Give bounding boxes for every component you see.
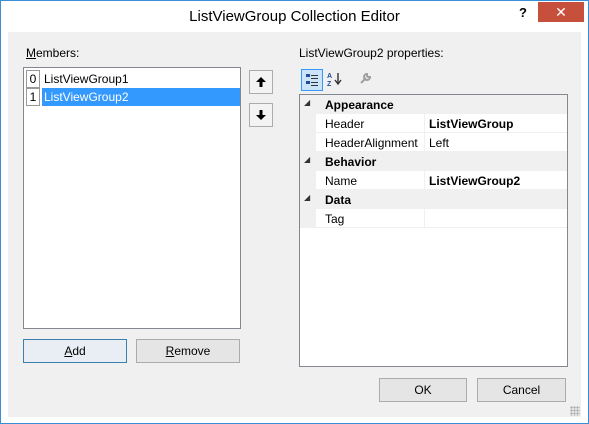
category-appearance[interactable]: ◢ Appearance <box>300 95 567 114</box>
property-row-headeralignment[interactable]: HeaderAlignment Left <box>300 133 567 152</box>
close-button[interactable]: ✕ <box>538 2 584 22</box>
categorized-button[interactable] <box>301 69 323 91</box>
svg-text:Z: Z <box>327 81 332 87</box>
column-divider <box>424 114 425 133</box>
category-behavior[interactable]: ◢ Behavior <box>300 152 567 171</box>
member-item[interactable]: 0 ListViewGroup1 <box>26 70 240 88</box>
category-name: Data <box>325 193 352 207</box>
svg-text:A: A <box>327 73 332 80</box>
property-value[interactable]: ListViewGroup <box>429 117 513 131</box>
property-row-name[interactable]: Name ListViewGroup2 <box>300 171 567 190</box>
collapse-icon[interactable]: ◢ <box>304 98 310 107</box>
row-gutter <box>300 133 316 152</box>
members-listbox[interactable]: 0 ListViewGroup1 1 ListViewGroup2 <box>23 67 241 329</box>
cancel-button[interactable]: Cancel <box>477 378 566 402</box>
column-divider <box>424 133 425 152</box>
member-item-selected[interactable]: 1 ListViewGroup2 <box>26 88 240 106</box>
property-row-tag[interactable]: Tag <box>300 209 567 228</box>
category-data[interactable]: ◢ Data <box>300 190 567 209</box>
wrench-icon <box>360 72 372 84</box>
collapse-icon[interactable]: ◢ <box>304 155 310 164</box>
property-row-header[interactable]: Header ListViewGroup <box>300 114 567 133</box>
properties-label: ListViewGroup2 properties: <box>299 46 444 60</box>
arrow-up-icon <box>256 77 266 87</box>
property-value[interactable]: ListViewGroup2 <box>429 174 520 188</box>
property-name: HeaderAlignment <box>325 136 418 150</box>
category-name: Appearance <box>325 98 394 112</box>
property-grid[interactable]: ◢ Appearance Header ListViewGroup Header… <box>299 94 568 367</box>
row-gutter <box>300 209 316 228</box>
window-title: ListViewGroup Collection Editor <box>189 8 400 25</box>
row-gutter <box>300 171 316 190</box>
row-gutter <box>300 114 316 133</box>
remove-button[interactable]: Remove <box>136 339 240 363</box>
property-pages-button[interactable] <box>354 69 376 91</box>
member-name: ListViewGroup1 <box>44 72 129 86</box>
move-up-button[interactable] <box>249 70 273 94</box>
member-index: 0 <box>26 70 40 88</box>
ok-button[interactable]: OK <box>379 378 467 402</box>
move-down-button[interactable] <box>249 103 273 127</box>
categorized-icon <box>306 74 318 86</box>
property-name: Tag <box>325 212 345 226</box>
column-divider <box>424 171 425 190</box>
collapse-icon[interactable]: ◢ <box>304 193 310 202</box>
title-bar: ListViewGroup Collection Editor ? ✕ <box>1 1 588 32</box>
alphabetical-icon: A Z <box>327 73 342 88</box>
resize-grip[interactable] <box>570 406 580 416</box>
property-name: Name <box>325 174 358 188</box>
property-name: Header <box>325 117 365 131</box>
add-button[interactable]: Add <box>23 339 127 363</box>
members-label: Members: <box>26 46 80 60</box>
arrow-down-icon <box>256 110 266 120</box>
category-name: Behavior <box>325 155 377 169</box>
dialog-body: Members: 0 ListViewGroup1 1 ListViewGrou… <box>8 32 581 417</box>
column-divider <box>424 209 425 228</box>
property-value[interactable]: Left <box>429 136 449 150</box>
collection-editor-dialog: ListViewGroup Collection Editor ? ✕ Memb… <box>0 0 589 424</box>
member-name: ListViewGroup2 <box>44 90 129 104</box>
help-button[interactable]: ? <box>511 4 535 24</box>
alphabetical-button[interactable]: A Z <box>324 69 346 91</box>
member-index: 1 <box>26 88 40 106</box>
